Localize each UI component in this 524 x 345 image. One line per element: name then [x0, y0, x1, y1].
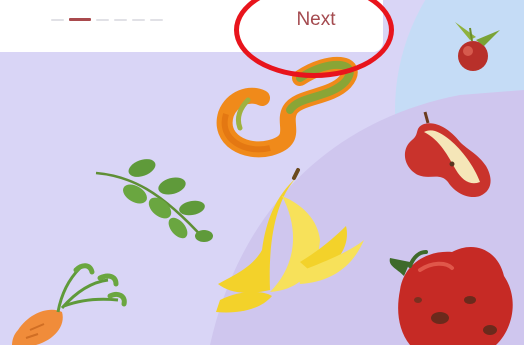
step-dot — [114, 18, 127, 21]
rotten-pepper-icon — [389, 246, 513, 345]
step-dot — [51, 18, 64, 21]
step-indicator — [51, 18, 163, 21]
step-dot — [132, 18, 145, 21]
step-dot-active — [69, 18, 91, 21]
step-dot — [96, 18, 109, 21]
onboarding-top-bar: Next — [0, 0, 383, 52]
next-button[interactable]: Next — [280, 6, 352, 34]
step-dot — [150, 18, 163, 21]
